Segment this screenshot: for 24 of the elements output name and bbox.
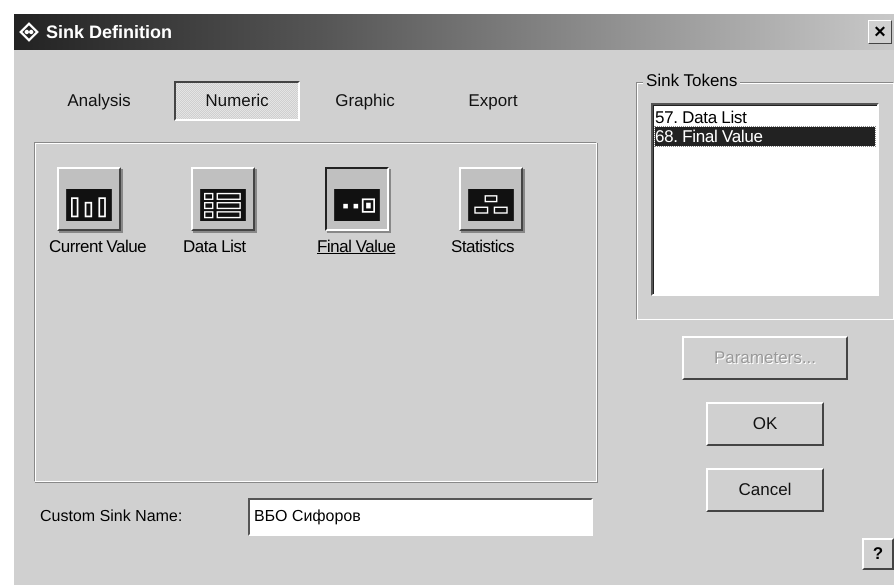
sink-button[interactable] — [325, 167, 389, 231]
input-field[interactable]: ВБО Сифоров — [248, 498, 593, 536]
close-button[interactable]: × — [868, 20, 892, 44]
display-icon — [334, 189, 380, 221]
tab[interactable]: Graphic — [302, 81, 428, 121]
dialog-button[interactable]: OK — [706, 402, 824, 446]
list-icon — [200, 189, 246, 221]
sink-label: Final Value — [317, 237, 396, 257]
tab[interactable]: Analysis — [34, 81, 164, 121]
diamond-logo-icon — [18, 21, 40, 43]
sink-label: Data List — [183, 237, 246, 257]
sink-label: Statistics — [451, 237, 514, 257]
hierarchy-icon — [468, 189, 514, 221]
field-label: Custom Sink Name: — [40, 508, 184, 526]
list-item[interactable]: 57. Data List — [655, 108, 875, 127]
help-button[interactable]: ? — [862, 538, 894, 570]
bar-chart-icon — [66, 189, 112, 221]
window-title: Sink Definition — [46, 22, 173, 42]
tab[interactable]: Export — [430, 81, 556, 121]
dialog-button[interactable]: Cancel — [706, 468, 824, 512]
list-box[interactable]: 57. Data List 68. Final Value — [651, 103, 879, 296]
sink-label: Current Value — [49, 237, 146, 257]
list-item[interactable]: 68. Final Value — [655, 127, 875, 146]
tab[interactable]: Numeric — [174, 81, 300, 121]
